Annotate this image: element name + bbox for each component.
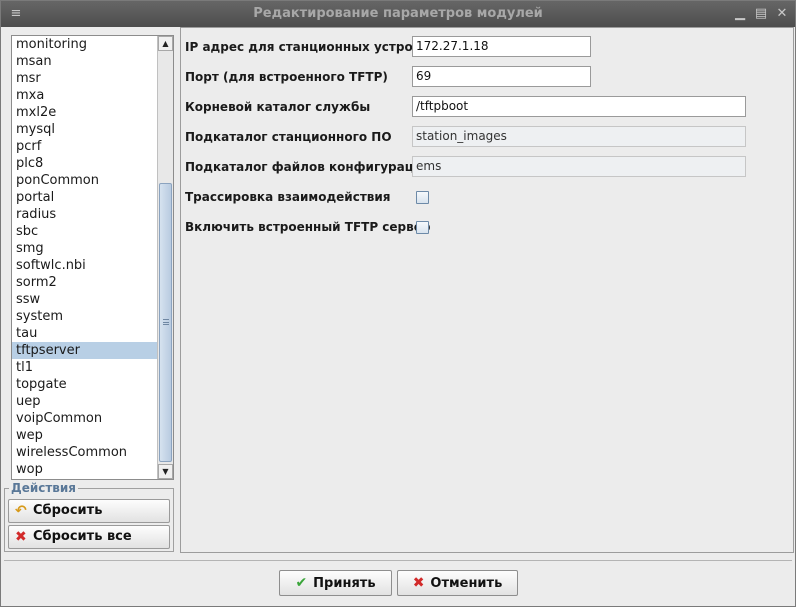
list-item-tl1[interactable]: tl1 [12,359,158,376]
reset-all-button[interactable]: ✖ Сбросить все [8,525,170,549]
config-dir-input: ems [412,156,746,177]
list-item-voipcommon[interactable]: voipCommon [12,410,158,427]
close-icon[interactable]: ✕ [773,5,791,23]
list-item-wirelesscommon[interactable]: wirelessCommon [12,444,158,461]
list-scrollbar[interactable]: ▲ ▼ [157,36,173,479]
actions-legend: Действия [9,481,79,495]
list-item-tau[interactable]: tau [12,325,158,342]
title-bar[interactable]: ≡ Редактирование параметров модулей ▁ ▤ … [1,1,795,27]
scroll-thumb[interactable] [159,183,172,462]
list-item-pcrf[interactable]: pcrf [12,138,158,155]
list-item-sbc[interactable]: sbc [12,223,158,240]
module-settings-window: ≡ Редактирование параметров модулей ▁ ▤ … [0,0,796,607]
list-item-softwlc-nbi[interactable]: softwlc.nbi [12,257,158,274]
maximize-icon[interactable]: ▤ [752,5,770,23]
trace-checkbox[interactable] [416,191,429,204]
parameters-panel: IP адрес для станционных устройств 172.2… [180,27,794,553]
accept-button[interactable]: ✔ Принять [279,570,392,596]
scroll-grip-icon [163,319,169,325]
list-item-mysql[interactable]: mysql [12,121,158,138]
list-item-poncommon[interactable]: ponCommon [12,172,158,189]
scroll-up-icon[interactable]: ▲ [158,36,173,51]
list-item-tftpserver[interactable]: tftpserver [12,342,158,359]
actions-group: Действия ↶ Сбросить ✖ Сбросить все [4,481,174,552]
tftp-enable-label: Включить встроенный TFTP сервер [185,220,431,234]
check-icon: ✔ [295,575,308,591]
list-item-wop[interactable]: wop [12,461,158,478]
cancel-x-icon: ✖ [412,575,425,591]
scroll-down-icon[interactable]: ▼ [158,464,173,479]
list-item-smg[interactable]: smg [12,240,158,257]
list-item-wep[interactable]: wep [12,427,158,444]
delete-x-icon: ✖ [15,529,27,545]
list-item-ssw[interactable]: ssw [12,291,158,308]
station-sw-dir-input: station_images [412,126,746,147]
reset-all-button-label: Сбросить все [33,529,132,544]
root-dir-input[interactable]: /tftpboot [412,96,746,117]
root-dir-label: Корневой каталог службы [185,100,371,114]
list-item-uep[interactable]: uep [12,393,158,410]
ip-label: IP адрес для станционных устройств [185,40,443,54]
footer-separator [4,560,792,561]
cancel-button[interactable]: ✖ Отменить [397,570,518,596]
list-item-mxl2e[interactable]: mxl2e [12,104,158,121]
station-sw-dir-label: Подкаталог станционного ПО [185,130,392,144]
minimize-icon[interactable]: ▁ [731,5,749,23]
config-dir-label: Подкаталог файлов конфигураций [185,160,431,174]
port-input[interactable]: 69 [412,66,591,87]
modules-list-items: monitoring msan msr mxa mxl2e mysql pcrf plc8 po… [12,36,158,478]
undo-icon: ↶ [15,503,27,519]
window-title: Редактирование параметров модулей [253,6,543,21]
reset-button-label: Сбросить [33,503,103,518]
list-item-monitoring[interactable]: monitoring [12,36,158,53]
modules-list[interactable]: monitoring msan msr mxa mxl2e mysql pcrf plc8 po… [11,35,174,480]
list-item-mxa[interactable]: mxa [12,87,158,104]
list-item-msr[interactable]: msr [12,70,158,87]
port-label: Порт (для встроенного TFTP) [185,70,388,84]
list-item-msan[interactable]: msan [12,53,158,70]
reset-button[interactable]: ↶ Сбросить [8,499,170,523]
accept-button-label: Принять [313,576,376,591]
list-item-system[interactable]: system [12,308,158,325]
list-item-topgate[interactable]: topgate [12,376,158,393]
list-item-portal[interactable]: portal [12,189,158,206]
list-item-radius[interactable]: radius [12,206,158,223]
trace-label: Трассировка взаимодействия [185,190,391,204]
tftp-enable-checkbox[interactable] [416,221,429,234]
cancel-button-label: Отменить [430,576,503,591]
ip-input[interactable]: 172.27.1.18 [412,36,591,57]
list-item-sorm2[interactable]: sorm2 [12,274,158,291]
list-item-plc8[interactable]: plc8 [12,155,158,172]
